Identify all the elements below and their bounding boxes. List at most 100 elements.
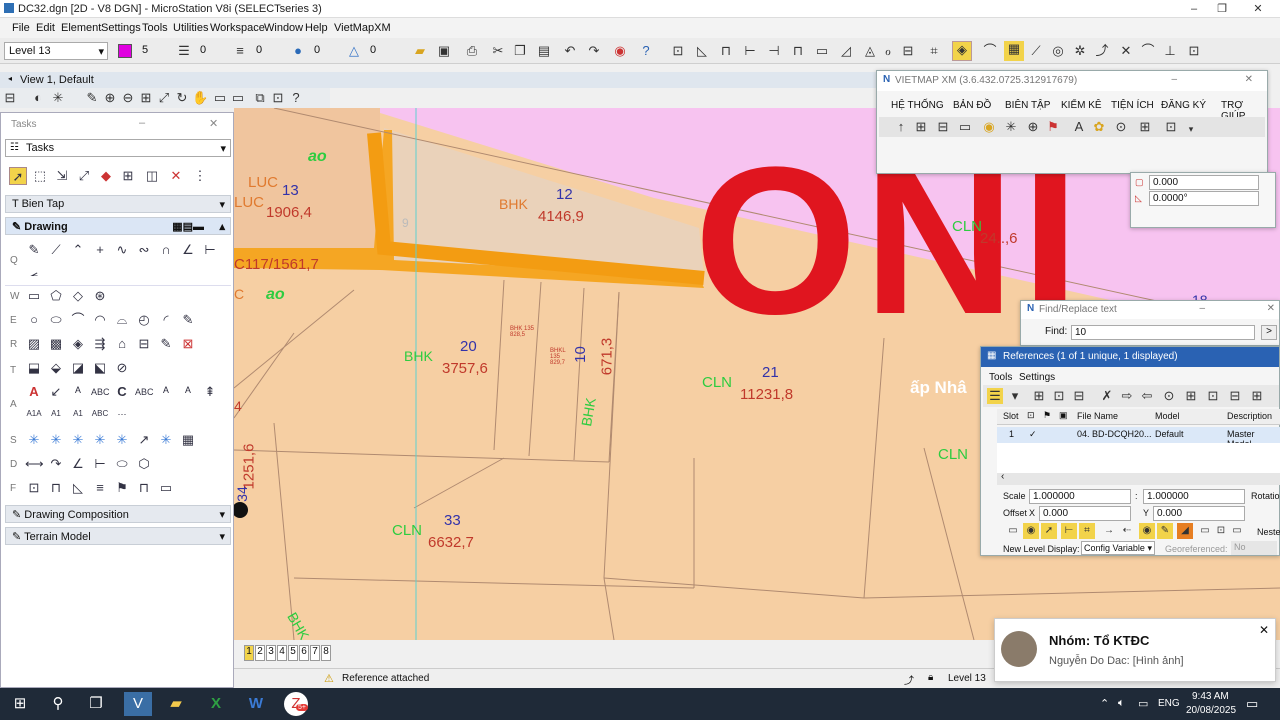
- modify-arc-icon[interactable]: ⌓: [113, 311, 131, 329]
- redo-icon[interactable]: ↷: [586, 43, 602, 59]
- fill-enter-data-icon[interactable]: A1: [69, 405, 87, 423]
- place-fence-icon[interactable]: ⬚: [31, 167, 49, 185]
- dimension-arc-icon[interactable]: ↷: [47, 455, 65, 473]
- copy-view-icon[interactable]: ⧉: [252, 90, 268, 106]
- view-menu-icon[interactable]: ◂: [8, 74, 12, 83]
- tool-icon-20[interactable]: ✕: [1118, 43, 1134, 59]
- menu-edit[interactable]: Edit: [36, 22, 55, 34]
- zoom-in-icon[interactable]: ⊕: [102, 90, 118, 106]
- notification-center-icon[interactable]: ▭: [1246, 696, 1258, 712]
- section-terrain-model[interactable]: ✎ Terrain Model ▾: [5, 527, 231, 545]
- tool-icon-19[interactable]: ⤴: [1094, 43, 1110, 59]
- level-select[interactable]: Level 13 ▾: [4, 42, 108, 60]
- vm-tool-icon-1[interactable]: ↑: [893, 119, 909, 135]
- print-icon[interactable]: ⎙: [464, 43, 480, 59]
- tool-icon-2[interactable]: ◺: [694, 43, 710, 59]
- refs-hilite-icon[interactable]: ⊟: [1227, 388, 1243, 404]
- status-snap-icon[interactable]: ⤴: [904, 672, 914, 687]
- tool-icon-1[interactable]: ⊡: [670, 43, 686, 59]
- delete-icon[interactable]: ✕: [167, 167, 185, 185]
- priority-value[interactable]: 0: [370, 44, 376, 56]
- render-icon[interactable]: ◉: [612, 43, 628, 59]
- view-next-icon[interactable]: ▭: [230, 90, 246, 106]
- transparency-value[interactable]: 0: [314, 44, 320, 56]
- refs-move-icon[interactable]: ⊞: [1031, 388, 1047, 404]
- toggle-paint-icon[interactable]: ▭: [1197, 523, 1213, 539]
- pattern-area-icon[interactable]: ◈: [69, 335, 87, 353]
- view-attributes-icon[interactable]: ⊟: [2, 90, 18, 106]
- place-stream-icon[interactable]: ∿: [113, 241, 131, 259]
- place-block-icon[interactable]: ▭: [25, 287, 43, 305]
- toggle-raster-icon[interactable]: ⊡: [1213, 523, 1229, 539]
- toggle-scale-line-icon[interactable]: ⊢: [1061, 523, 1077, 539]
- place-detail-icon[interactable]: ⊓: [47, 479, 65, 497]
- construct-angle-icon[interactable]: ∠: [179, 241, 197, 259]
- minimize-button[interactable]: –: [1180, 0, 1208, 18]
- section-drawing-composition[interactable]: ✎ Drawing Composition ▾: [5, 505, 231, 523]
- place-line-icon[interactable]: ⟋: [47, 241, 65, 259]
- search-icon[interactable]: ⚲: [46, 692, 70, 716]
- increment-text-icon[interactable]: ᴬ: [179, 383, 197, 401]
- fit-view-icon[interactable]: ⤢: [156, 90, 172, 106]
- chat-notification[interactable]: Nhóm: Tổ KTĐC Nguyễn Do Dac: [Hình ảnh] …: [994, 618, 1276, 682]
- measure-icon[interactable]: ⊞: [119, 167, 137, 185]
- display-style-icon[interactable]: ◐: [30, 90, 46, 106]
- rotate-view-icon[interactable]: ↻: [174, 90, 190, 106]
- refs-attach-dropdown-icon[interactable]: ▾: [1007, 388, 1023, 404]
- refs-hscrollbar[interactable]: ‹: [997, 471, 1280, 485]
- view-tab-5[interactable]: 5: [288, 645, 298, 661]
- vietmap-menu-kiem-ke[interactable]: KIỂM KÊ: [1061, 100, 1102, 111]
- col-description[interactable]: Description: [1227, 411, 1272, 421]
- toggle-true-scale-icon[interactable]: ⌗: [1079, 523, 1095, 539]
- vm-tool-icon-3[interactable]: ⊟: [935, 119, 951, 135]
- crosshatch-area-icon[interactable]: ▩: [47, 335, 65, 353]
- undo-icon[interactable]: ↶: [562, 43, 578, 59]
- view-tab-7[interactable]: 7: [310, 645, 320, 661]
- menu-workspace[interactable]: Workspace: [210, 22, 265, 34]
- modify-arc-axis-icon[interactable]: ✎: [179, 311, 197, 329]
- place-curve-icon[interactable]: ∾: [135, 241, 153, 259]
- menu-element[interactable]: Element: [61, 22, 101, 34]
- weight-value[interactable]: 0: [256, 44, 262, 56]
- new-level-display-select[interactable]: Config Variable ▾: [1081, 541, 1155, 555]
- place-multiline-icon[interactable]: ⌃: [69, 241, 87, 259]
- fence-icon[interactable]: ◫: [143, 167, 161, 185]
- place-circle-icon[interactable]: ○: [25, 311, 43, 329]
- modify-arc-radius-icon[interactable]: ◴: [135, 311, 153, 329]
- copy-increment-text-icon[interactable]: A1A: [25, 405, 43, 423]
- view-tab-3[interactable]: 3: [266, 645, 276, 661]
- toggle-locate-icon[interactable]: ➚: [1041, 523, 1057, 539]
- create-complex-icon[interactable]: ⬙: [47, 359, 65, 377]
- help-icon[interactable]: ?: [638, 43, 654, 59]
- vm-tool-icon-8[interactable]: ⚑: [1045, 119, 1061, 135]
- toggle-display-icon[interactable]: ▭: [1005, 523, 1021, 539]
- col-model[interactable]: Model: [1155, 411, 1180, 421]
- place-text-icon[interactable]: A: [25, 383, 43, 401]
- close-button[interactable]: ✕: [1244, 0, 1272, 18]
- cell-matrix-icon[interactable]: ✳: [47, 431, 65, 449]
- refs-more-icon[interactable]: ⊞: [1249, 388, 1265, 404]
- update-view-icon[interactable]: ✎: [84, 90, 100, 106]
- vietmap-menu-he-thong[interactable]: HỆ THỐNG: [891, 100, 944, 111]
- tool-icon-17[interactable]: ◎: [1050, 43, 1066, 59]
- dimension-element-icon[interactable]: ⟷: [25, 455, 44, 473]
- vm-tool-icon-13[interactable]: ⊡: [1163, 119, 1179, 135]
- construct-bisector-icon[interactable]: ⦟: [25, 263, 43, 281]
- col-file-name[interactable]: File Name: [1077, 411, 1118, 421]
- refs-clip-icon[interactable]: ⇨: [1119, 388, 1135, 404]
- section-drawing[interactable]: ✎ Drawing ▦▤▬ ▴: [5, 217, 231, 235]
- edit-pattern-icon[interactable]: ✎: [157, 335, 175, 353]
- tool-icon-21[interactable]: ⌒: [1140, 43, 1156, 59]
- menu-vietmapxm[interactable]: VietMapXM: [334, 22, 391, 34]
- select-element-icon[interactable]: ➚: [9, 167, 27, 185]
- select-replace-cell-icon[interactable]: ✳: [69, 431, 87, 449]
- refs-exchange-icon[interactable]: ⊡: [1205, 388, 1221, 404]
- vm-tool-icon-10[interactable]: ✿: [1091, 119, 1107, 135]
- offset-x-input[interactable]: 0.000: [1039, 506, 1131, 521]
- menu-window[interactable]: Window: [264, 22, 303, 34]
- tool-icon-5[interactable]: ⊣: [766, 43, 782, 59]
- tool-icon-22[interactable]: ⊥: [1162, 43, 1178, 59]
- group-holes-icon[interactable]: ⬕: [91, 359, 109, 377]
- fill-in-text-icon[interactable]: ⇞: [201, 383, 219, 401]
- scroll-left-icon[interactable]: ‹: [1001, 471, 1004, 482]
